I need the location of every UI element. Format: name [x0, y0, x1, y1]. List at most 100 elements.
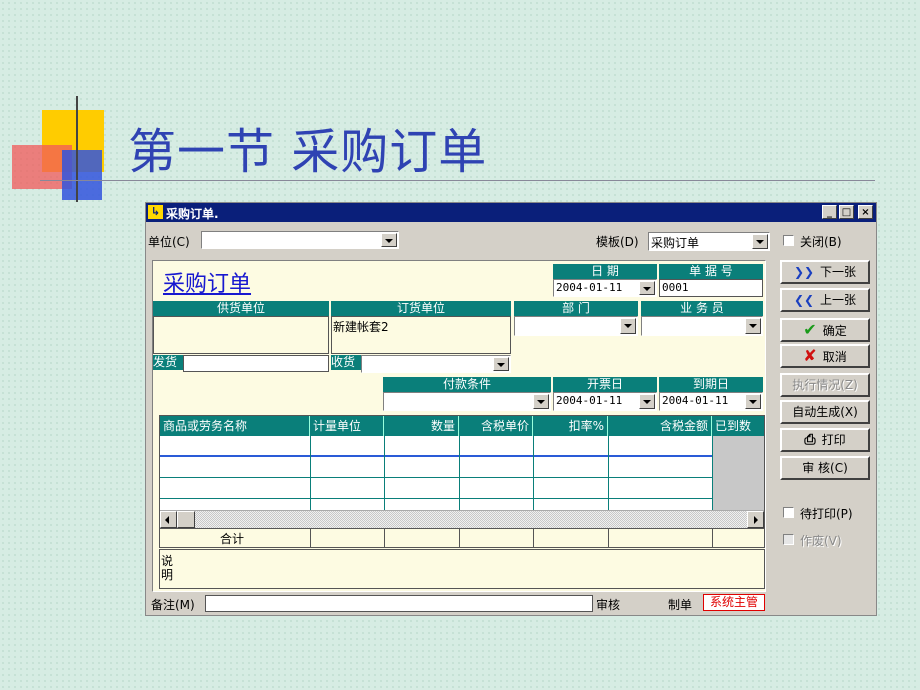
- total-label: 合计: [220, 532, 245, 546]
- chevron-down-icon[interactable]: [639, 394, 655, 409]
- unit-select[interactable]: [201, 231, 399, 249]
- due-date-value: 2004-01-11: [662, 394, 729, 407]
- template-select[interactable]: 采购订单: [648, 232, 770, 251]
- close-checkbox-label: 关闭(B): [800, 235, 842, 249]
- note-area[interactable]: 说明: [159, 549, 765, 589]
- purchase-order-window: ↳ 采购订单. _ □ × 单位(C) 模板(D) 采购订单 关闭(B) 采购订…: [145, 202, 877, 616]
- confirm-button[interactable]: ✔ 确定: [780, 318, 870, 342]
- chevron-down-icon[interactable]: [745, 318, 761, 334]
- maker-value: 系统主管: [703, 594, 765, 611]
- decor-vertical-line: [76, 96, 78, 202]
- template-label: 模板(D): [596, 235, 639, 249]
- arrived-column-shade: [712, 436, 764, 510]
- note-label: 说明: [161, 554, 174, 582]
- audit-button[interactable]: 审 核(C): [780, 456, 870, 480]
- dept-header: 部 门: [514, 301, 638, 316]
- grid-divider: [384, 436, 385, 510]
- cancel-button[interactable]: ✘ 取消: [780, 344, 870, 368]
- date-header: 日 期: [553, 264, 657, 279]
- col-amount[interactable]: 含税金额: [608, 416, 712, 436]
- prev-label: 上一张: [820, 293, 857, 307]
- pending-print-label: 待打印(P): [800, 507, 853, 521]
- chevron-down-icon[interactable]: [752, 234, 768, 249]
- docno-value: 0001: [662, 281, 689, 294]
- maker-label: 制单: [668, 598, 693, 612]
- due-date-header: 到期日: [659, 377, 763, 392]
- receive-select[interactable]: [361, 355, 511, 373]
- docno-field[interactable]: 0001: [659, 279, 763, 297]
- grid-divider: [608, 436, 609, 510]
- invoice-date-header: 开票日: [553, 377, 657, 392]
- confirm-label: 确定: [822, 324, 847, 338]
- void-label: 作废(V): [800, 534, 842, 548]
- grid-divider: [459, 436, 460, 510]
- chevron-down-icon[interactable]: [639, 281, 655, 295]
- date-picker[interactable]: 2004-01-11: [553, 279, 657, 297]
- maximize-button[interactable]: □: [839, 205, 854, 219]
- window-title: 采购订单.: [166, 207, 219, 221]
- col-unit-price[interactable]: 含税单价: [459, 416, 533, 436]
- grid-header: 商品或劳务名称 计量单位 数量 含税单价 扣率% 含税金额 已到数: [160, 416, 764, 436]
- col-quantity[interactable]: 数量: [384, 416, 459, 436]
- grid-divider: [310, 529, 311, 547]
- chevron-down-icon[interactable]: [745, 394, 761, 409]
- next-button[interactable]: ❯❯ 下一张: [780, 260, 870, 284]
- items-grid[interactable]: 商品或劳务名称 计量单位 数量 含税单价 扣率% 含税金额 已到数: [159, 415, 765, 529]
- totals-row: 合计: [159, 529, 765, 548]
- grid-divider: [533, 436, 534, 510]
- print-button[interactable]: ⎙ 打印: [780, 428, 870, 452]
- col-arrived[interactable]: 已到数: [712, 416, 764, 436]
- double-chevron-right-icon: ❯❯: [793, 265, 815, 279]
- checkmark-icon: ✔: [803, 320, 817, 339]
- col-item-name[interactable]: 商品或劳务名称: [160, 416, 310, 436]
- template-select-value: 采购订单: [651, 236, 700, 250]
- grid-divider: [310, 436, 311, 510]
- prev-button[interactable]: ❮❮ 上一张: [780, 288, 870, 312]
- table-row[interactable]: [160, 436, 764, 457]
- auto-generate-button[interactable]: 自动生成(X): [780, 400, 870, 424]
- dept-select[interactable]: [514, 316, 638, 336]
- ordering-unit-header: 订货单位: [331, 301, 511, 316]
- order-form-panel: 采购订单 日 期 2004-01-11 单 据 号 0001 供货单位 订货单位…: [152, 260, 766, 592]
- x-icon: ✘: [803, 346, 817, 365]
- invoice-date-value: 2004-01-11: [556, 394, 623, 407]
- window-titlebar[interactable]: ↳ 采购订单. _ □ ×: [146, 203, 876, 222]
- receive-label: 收货: [331, 355, 361, 370]
- ordering-unit-field[interactable]: 新建帐套2: [331, 316, 511, 354]
- scroll-thumb[interactable]: [177, 511, 195, 528]
- table-row[interactable]: [160, 457, 764, 478]
- grid-divider: [384, 529, 385, 547]
- table-row[interactable]: [160, 478, 764, 499]
- audit-label: 审核: [596, 598, 621, 612]
- void-checkbox[interactable]: [783, 534, 794, 545]
- scroll-right-icon[interactable]: [747, 511, 764, 528]
- grid-divider: [533, 529, 534, 547]
- payment-terms-select[interactable]: [383, 392, 551, 411]
- close-checkbox[interactable]: [783, 235, 794, 246]
- supplier-field[interactable]: [153, 316, 329, 354]
- grid-divider: [712, 529, 713, 547]
- horizontal-scrollbar[interactable]: [160, 510, 764, 528]
- chevron-down-icon[interactable]: [533, 394, 549, 409]
- scroll-left-icon[interactable]: [160, 511, 177, 528]
- close-button[interactable]: ×: [858, 205, 873, 219]
- due-date-picker[interactable]: 2004-01-11: [659, 392, 763, 411]
- minimize-button[interactable]: _: [822, 205, 837, 219]
- chevron-down-icon[interactable]: [493, 357, 509, 371]
- unit-label: 单位(C): [148, 235, 190, 249]
- payment-terms-header: 付款条件: [383, 377, 551, 392]
- col-discount[interactable]: 扣率%: [533, 416, 608, 436]
- execution-button[interactable]: 执行情况(Z): [780, 373, 870, 397]
- slide-title: 第一节 采购订单: [128, 124, 488, 180]
- remark-input[interactable]: [205, 595, 593, 612]
- salesman-select[interactable]: [641, 316, 763, 336]
- invoice-date-picker[interactable]: 2004-01-11: [553, 392, 657, 411]
- col-unit[interactable]: 计量单位: [310, 416, 384, 436]
- ordering-unit-value: 新建帐套2: [333, 320, 389, 334]
- grid-divider: [712, 436, 713, 510]
- ship-field[interactable]: [183, 355, 329, 372]
- form-title: 采购订单: [163, 272, 252, 297]
- chevron-down-icon[interactable]: [381, 233, 397, 247]
- pending-print-checkbox[interactable]: [783, 507, 794, 518]
- chevron-down-icon[interactable]: [620, 318, 636, 334]
